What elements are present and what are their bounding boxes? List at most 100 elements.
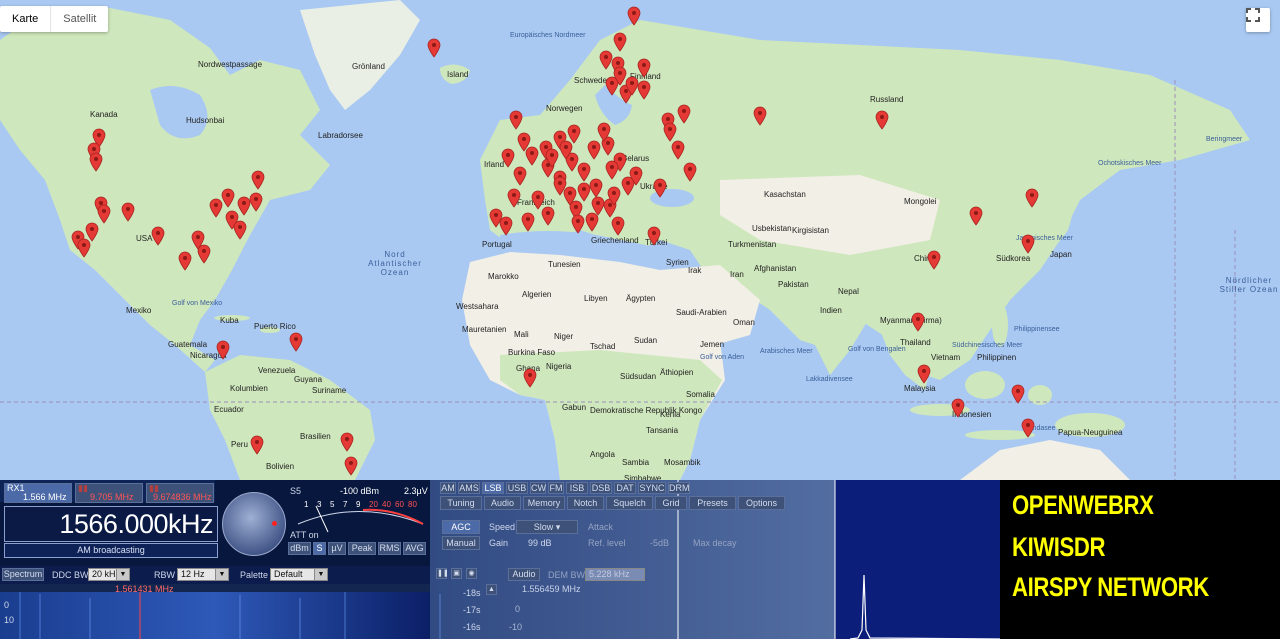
scroll-up-icon[interactable]: ▲ <box>486 584 497 595</box>
tab-memory[interactable]: Memory <box>523 496 565 510</box>
vfo-c-button[interactable]: ▮▮ 9.674836 MHz <box>146 483 214 503</box>
map-pin-icon[interactable] <box>927 250 941 270</box>
map-pin-icon[interactable] <box>597 122 611 142</box>
meter-button-avg[interactable]: AVG <box>403 542 426 555</box>
map-pin-icon[interactable] <box>637 58 651 78</box>
map-pin-icon[interactable] <box>1011 384 1025 404</box>
map-pin-icon[interactable] <box>1025 188 1039 208</box>
meter-button-uv[interactable]: µV <box>328 542 346 555</box>
mode-button-cw[interactable]: CW <box>530 482 546 494</box>
tab-notch[interactable]: Notch <box>567 496 604 510</box>
map-pin-icon[interactable] <box>875 110 889 130</box>
map-pin-icon[interactable] <box>501 148 515 168</box>
map-pin-icon[interactable] <box>289 332 303 352</box>
ddc-bw-select[interactable]: 20 kHz ▼ <box>88 568 130 581</box>
mode-button-ams[interactable]: AMS <box>458 482 480 494</box>
rbw-select[interactable]: 12 Hz ▼ <box>177 568 229 581</box>
map-pin-icon[interactable] <box>344 456 358 476</box>
spectrum-button[interactable]: Spectrum <box>2 568 44 581</box>
frequency-display[interactable]: 1566.000kHz <box>4 506 218 542</box>
tab-tuning[interactable]: Tuning <box>440 496 482 510</box>
mode-button-isb[interactable]: ISB <box>566 482 588 494</box>
map-pin-icon[interactable] <box>671 140 685 160</box>
record-icon[interactable]: ◉ <box>466 568 477 579</box>
meter-button-peak[interactable]: Peak <box>348 542 376 555</box>
map-pin-icon[interactable] <box>340 432 354 452</box>
map-pin-icon[interactable] <box>521 212 535 232</box>
map-pin-icon[interactable] <box>571 214 585 234</box>
map-pin-icon[interactable] <box>911 312 925 332</box>
meter-button-s[interactable]: S <box>313 542 326 555</box>
map-pin-icon[interactable] <box>233 220 247 240</box>
map-pin-icon[interactable] <box>589 178 603 198</box>
map-pin-icon[interactable] <box>591 196 605 216</box>
map-pin-icon[interactable] <box>1021 234 1035 254</box>
map-pin-icon[interactable] <box>587 140 601 160</box>
map-pin-icon[interactable] <box>629 166 643 186</box>
mode-button-sync[interactable]: SYNC <box>638 482 666 494</box>
map-pin-icon[interactable] <box>753 106 767 126</box>
map-pin-icon[interactable] <box>221 188 235 208</box>
dem-bw-select[interactable]: 5.228 kHz <box>585 568 645 581</box>
map-pin-icon[interactable] <box>969 206 983 226</box>
mode-button-am[interactable]: AM <box>440 482 456 494</box>
meter-button-dbm[interactable]: dBm <box>288 542 311 555</box>
map-pin-icon[interactable] <box>85 222 99 242</box>
map-pin-icon[interactable] <box>523 368 537 388</box>
map-pin-icon[interactable] <box>559 140 573 160</box>
pause-button[interactable]: ❚❚ <box>436 568 449 579</box>
save-icon[interactable]: ▣ <box>451 568 462 579</box>
map-pin-icon[interactable] <box>917 364 931 384</box>
tab-satellit[interactable]: Satellit <box>51 6 108 32</box>
tab-presets[interactable]: Presets <box>689 496 736 510</box>
map-pin-icon[interactable] <box>507 188 521 208</box>
map-pin-icon[interactable] <box>683 162 697 182</box>
palette-select[interactable]: Default ▼ <box>270 568 328 581</box>
map-pin-icon[interactable] <box>613 66 627 86</box>
meter-button-rms[interactable]: RMS <box>378 542 401 555</box>
map-pin-icon[interactable] <box>677 104 691 124</box>
map-pin-icon[interactable] <box>607 186 621 206</box>
tab-options[interactable]: Options <box>738 496 785 510</box>
map-pin-icon[interactable] <box>625 76 639 96</box>
fullscreen-button[interactable] <box>1246 8 1270 32</box>
map-pin-icon[interactable] <box>216 340 230 360</box>
map-pin-icon[interactable] <box>250 435 264 455</box>
world-map[interactable]: Grönland Island Kanada Hudsonbai Nordwestpas… <box>0 0 1280 480</box>
map-pin-icon[interactable] <box>627 6 641 26</box>
map-pin-icon[interactable] <box>611 216 625 236</box>
map-pin-icon[interactable] <box>605 160 619 180</box>
map-pin-icon[interactable] <box>97 204 111 224</box>
map-pin-icon[interactable] <box>197 244 211 264</box>
vfo-b-button[interactable]: ▮▮ 9.705 MHz <box>75 483 143 503</box>
map-pin-icon[interactable] <box>517 132 531 152</box>
tuning-knob[interactable] <box>222 492 286 556</box>
map-pin-icon[interactable] <box>178 251 192 271</box>
map-pin-icon[interactable] <box>647 226 661 246</box>
mode-button-dat[interactable]: DAT <box>614 482 636 494</box>
tab-squelch[interactable]: Squelch <box>606 496 653 510</box>
map-pin-icon[interactable] <box>513 166 527 186</box>
map-pin-icon[interactable] <box>613 32 627 52</box>
map-pin-icon[interactable] <box>427 38 441 58</box>
map-pin-icon[interactable] <box>951 398 965 418</box>
map-pin-icon[interactable] <box>637 80 651 100</box>
map-pin-icon[interactable] <box>121 202 135 222</box>
agc-button[interactable]: AGC <box>442 520 480 534</box>
mode-button-lsb[interactable]: LSB <box>482 482 504 494</box>
mode-button-dsb[interactable]: DSB <box>590 482 612 494</box>
map-pin-icon[interactable] <box>509 110 523 130</box>
map-pin-icon[interactable] <box>1021 418 1035 438</box>
manual-button[interactable]: Manual <box>442 536 480 550</box>
map-pin-icon[interactable] <box>545 148 559 168</box>
map-pin-icon[interactable] <box>499 216 513 236</box>
map-pin-icon[interactable] <box>89 152 103 172</box>
map-pin-icon[interactable] <box>249 192 263 212</box>
mode-button-fm[interactable]: FM <box>548 482 564 494</box>
map-pin-icon[interactable] <box>531 190 545 210</box>
map-pin-icon[interactable] <box>653 178 667 198</box>
speed-select[interactable]: Slow ▾ <box>516 520 578 534</box>
mode-button-usb[interactable]: USB <box>506 482 528 494</box>
map-pin-icon[interactable] <box>563 186 577 206</box>
tab-karte[interactable]: Karte <box>0 6 52 32</box>
